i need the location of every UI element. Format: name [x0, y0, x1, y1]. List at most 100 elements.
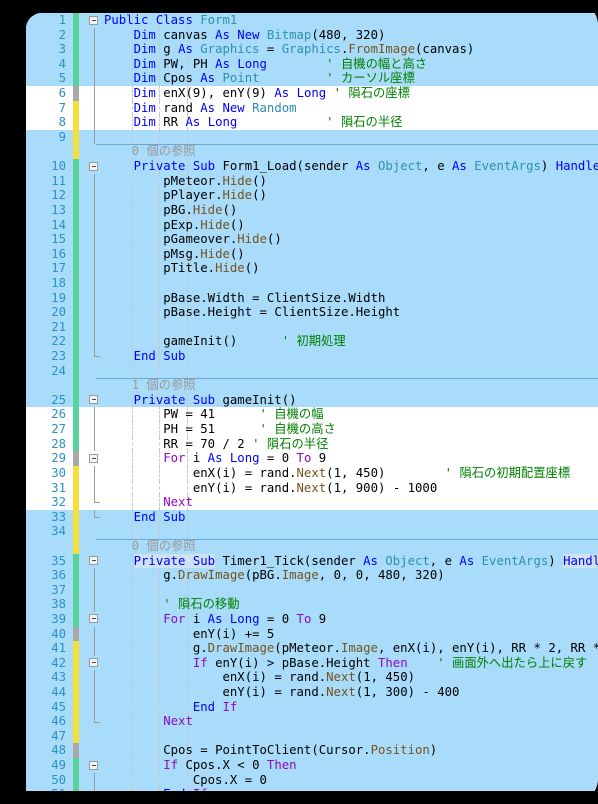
code-line[interactable]: 44 enY(i) = rand.Next(1, 300) - 400 [26, 685, 598, 700]
code-line[interactable]: 24 [26, 363, 598, 379]
outlining-column[interactable] [88, 364, 104, 379]
outlining-column[interactable] [88, 349, 104, 364]
outlining-column[interactable] [88, 568, 104, 583]
code-line[interactable]: 27 PH = 51 ' 自機の高さ [26, 422, 598, 437]
outlining-column[interactable] [88, 217, 104, 233]
codelens-reference-count[interactable]: 1 個の参照 [132, 378, 196, 393]
outlining-column[interactable] [88, 699, 104, 715]
collapse-minus-icon[interactable] [89, 614, 98, 624]
code-line[interactable]: 39 For i As Long = 0 To 9 [26, 611, 598, 627]
code-line[interactable]: 3 Dim g As Graphics = Graphics.FromImage… [26, 42, 598, 57]
code-line[interactable]: 45 End If [26, 699, 598, 715]
code-line[interactable]: 48 Cpos = PointToClient(Cursor.Position) [26, 743, 598, 759]
code-line[interactable]: 11 pMeteor.Hide() [26, 173, 598, 189]
code-line[interactable]: 38 ' 隕石の移動 [26, 597, 598, 612]
code-line[interactable]: 26 PW = 41 ' 自機の幅 [26, 407, 598, 423]
code-line[interactable]: 42 If enY(i) > pBase.Height Then ' 画面外へ出… [26, 655, 598, 671]
outlining-column[interactable] [88, 13, 104, 28]
outlining-column[interactable] [88, 86, 104, 101]
code-line[interactable]: 33 End Sub [26, 509, 598, 525]
outlining-column[interactable] [88, 495, 104, 510]
code-line[interactable]: 30 enX(i) = rand.Next(1, 450) ' 隕石の初期配置座… [26, 465, 598, 481]
code-line[interactable]: 18 [26, 275, 598, 291]
code-line[interactable]: 19 pBase.Width = ClientSize.Width [26, 290, 598, 306]
outlining-column[interactable] [88, 129, 104, 145]
outlining-column[interactable] [88, 451, 104, 466]
outlining-column[interactable] [88, 582, 104, 598]
outlining-column[interactable] [88, 100, 104, 116]
outlining-column[interactable] [88, 670, 104, 686]
outlining-column[interactable] [88, 480, 104, 496]
code-line[interactable]: 2 Dim canvas As New Bitmap(480, 320) [26, 27, 598, 43]
code-line[interactable]: 46 Next [26, 714, 598, 729]
codelens-reference-count[interactable]: 0 個の参照 [132, 144, 196, 159]
outlining-column[interactable] [88, 597, 104, 612]
code-line[interactable]: 32 Next [26, 495, 598, 510]
code-line[interactable]: 50 Cpos.X = 0 [26, 772, 598, 788]
outlining-column[interactable] [88, 144, 104, 159]
codelens-reference-count[interactable]: 0 個の参照 [132, 539, 196, 554]
outlining-column[interactable] [88, 261, 104, 276]
outlining-column[interactable] [88, 787, 104, 791]
outlining-column[interactable] [88, 714, 104, 729]
outlining-column[interactable] [88, 188, 104, 203]
code-line[interactable]: 43 enX(i) = rand.Next(1, 450) [26, 670, 598, 686]
code-editor-surface[interactable]: 1 Public Class Form1 2 Dim canvas As New B… [26, 13, 598, 791]
code-line[interactable]: 51 End If [26, 787, 598, 791]
code-line[interactable]: 34 [26, 524, 598, 539]
code-line[interactable]: 28 RR = 70 / 2 ' 隕石の半径 [26, 436, 598, 452]
collapse-minus-icon[interactable] [89, 760, 98, 770]
code-line[interactable]: 1 Public Class Form1 [26, 13, 598, 28]
outlining-column[interactable] [88, 115, 104, 130]
outlining-column[interactable] [88, 305, 104, 320]
code-line[interactable]: 5 Dim Cpos As Point ' カーソル座標 [26, 71, 598, 87]
outlining-column[interactable] [88, 656, 104, 671]
outlining-column[interactable] [88, 772, 104, 788]
outlining-column[interactable] [88, 56, 104, 72]
outlining-column[interactable] [88, 275, 104, 291]
outlining-column[interactable] [88, 407, 104, 423]
outlining-column[interactable] [88, 378, 104, 393]
outlining-column[interactable] [88, 159, 104, 174]
code-line[interactable]: 22 gameInit() ' 初期処理 [26, 334, 598, 350]
code-line[interactable]: 14 pExp.Hide() [26, 217, 598, 233]
outlining-column[interactable] [88, 509, 104, 525]
code-line[interactable]: 8 Dim RR As Long ' 隕石の半径 [26, 115, 598, 130]
code-line[interactable]: 36 g.DrawImage(pBG.Image, 0, 0, 480, 320… [26, 568, 598, 583]
code-line[interactable]: 49 If Cpos.X < 0 Then [26, 758, 598, 773]
collapse-minus-icon[interactable] [89, 161, 98, 171]
outlining-column[interactable] [88, 743, 104, 758]
code-line[interactable]: 20 pBase.Height = ClientSize.Height [26, 305, 598, 320]
code-line[interactable]: 15 pGameover.Hide() [26, 232, 598, 247]
collapse-minus-icon[interactable] [89, 658, 98, 668]
code-line[interactable]: 21 [26, 319, 598, 335]
outlining-column[interactable] [88, 729, 104, 744]
outlining-column[interactable] [88, 42, 104, 57]
outlining-column[interactable] [88, 334, 104, 350]
outlining-column[interactable] [88, 232, 104, 247]
code-line[interactable]: 47 [26, 728, 598, 744]
code-line[interactable]: 17 pTitle.Hide() [26, 261, 598, 276]
outlining-column[interactable] [88, 612, 104, 627]
code-line[interactable]: 40 enY(i) += 5 [26, 626, 598, 642]
outlining-column[interactable] [88, 465, 104, 481]
collapse-minus-icon[interactable] [89, 15, 98, 25]
collapse-minus-icon[interactable] [89, 453, 98, 463]
code-line[interactable]: 25 Private Sub gameInit() [26, 392, 598, 408]
outlining-column[interactable] [88, 290, 104, 306]
outlining-column[interactable] [88, 246, 104, 262]
outlining-column[interactable] [88, 685, 104, 700]
code-line[interactable]: 4 Dim PW, PH As Long ' 自機の幅と高さ [26, 56, 598, 72]
code-line[interactable]: 41 g.DrawImage(pMeteor.Image, enX(i), en… [26, 641, 598, 656]
code-line[interactable]: 7 Dim rand As New Random [26, 100, 598, 116]
code-line[interactable]: 31 enY(i) = rand.Next(1, 900) - 1000 [26, 480, 598, 496]
outlining-column[interactable] [88, 626, 104, 642]
outlining-column[interactable] [88, 524, 104, 539]
code-line[interactable]: 12 pPlayer.Hide() [26, 188, 598, 203]
collapse-minus-icon[interactable] [89, 556, 98, 566]
outlining-column[interactable] [88, 27, 104, 43]
outlining-column[interactable] [88, 319, 104, 335]
code-line[interactable]: 10 Private Sub Form1_Load(sender As Obje… [26, 159, 598, 174]
outlining-column[interactable] [88, 393, 104, 408]
outlining-column[interactable] [88, 758, 104, 773]
